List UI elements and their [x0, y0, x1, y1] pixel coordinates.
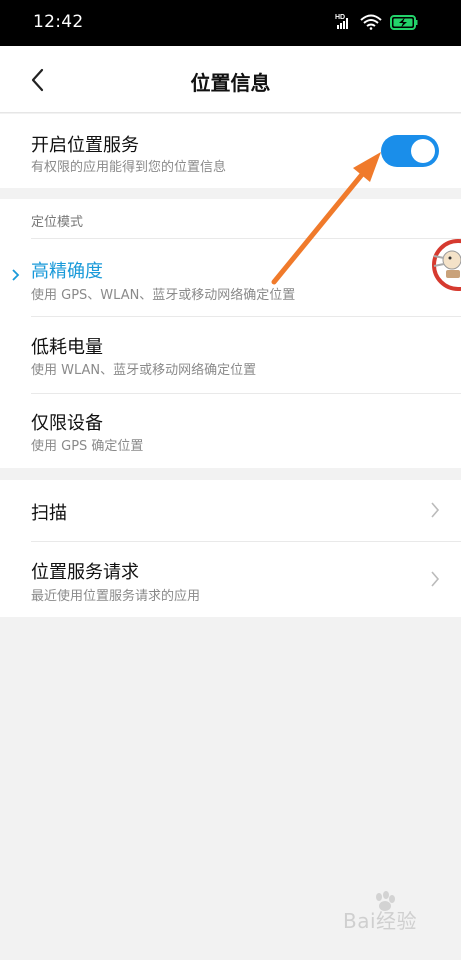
hd-icon: HD — [335, 14, 345, 21]
location-service-label: 开启位置服务 — [31, 135, 139, 156]
mode-option-device-only[interactable]: 仅限设备 使用 GPS 确定位置 — [0, 394, 461, 468]
battery-charging-icon — [390, 15, 418, 30]
mode-option-description: 使用 WLAN、蓝牙或移动网络确定位置 — [31, 363, 257, 378]
mode-option-label: 高精确度 — [31, 261, 103, 282]
location-mode-section-label: 定位模式 — [31, 215, 84, 230]
chevron-right-icon — [431, 502, 440, 518]
location-requests-description: 最近使用位置服务请求的应用 — [31, 589, 201, 604]
mode-option-description: 使用 GPS 确定位置 — [31, 439, 144, 454]
wifi-icon — [360, 14, 382, 30]
status-bar: 12:42 HD — [0, 0, 461, 46]
more-settings-card: 扫描 位置服务请求 最近使用位置服务请求的应用 — [0, 480, 461, 617]
location-requests-row[interactable]: 位置服务请求 最近使用位置服务请求的应用 — [0, 542, 461, 617]
mode-option-label: 低耗电量 — [31, 337, 103, 358]
app-header: 位置信息 — [0, 46, 461, 113]
scan-label: 扫描 — [31, 503, 67, 524]
selected-indicator-icon — [12, 269, 20, 281]
location-service-toggle[interactable] — [381, 135, 439, 167]
status-icons: HD — [335, 14, 418, 30]
toggle-knob — [411, 139, 435, 163]
paw-logo-icon — [376, 891, 395, 911]
watermark: Bai经验 — [343, 891, 417, 934]
location-mode-card: 定位模式 高精确度 使用 GPS、WLAN、蓝牙或移动网络确定位置 低耗电量 使… — [0, 199, 461, 468]
page-title: 位置信息 — [190, 71, 271, 95]
location-requests-label: 位置服务请求 — [31, 562, 139, 583]
mascot-sticker-icon — [432, 239, 461, 291]
location-service-description: 有权限的应用能得到您的位置信息 — [31, 160, 227, 175]
mode-option-label: 仅限设备 — [31, 413, 103, 434]
scan-row[interactable]: 扫描 — [0, 480, 461, 541]
chevron-right-icon — [431, 571, 440, 587]
mode-option-battery-saving[interactable]: 低耗电量 使用 WLAN、蓝牙或移动网络确定位置 — [0, 317, 461, 393]
svg-text:HD: HD — [335, 14, 345, 21]
status-time: 12:42 — [33, 12, 84, 32]
mode-option-description: 使用 GPS、WLAN、蓝牙或移动网络确定位置 — [31, 288, 296, 303]
mode-option-high-accuracy[interactable]: 高精确度 使用 GPS、WLAN、蓝牙或移动网络确定位置 — [0, 239, 461, 316]
